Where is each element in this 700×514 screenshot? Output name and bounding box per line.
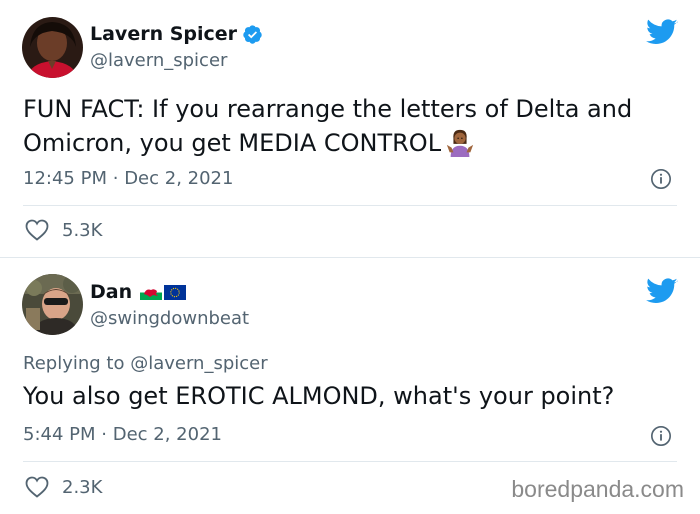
tweet-time: 12:45 PM (23, 168, 107, 189)
replying-to: Replying to @lavern_spicer (23, 353, 268, 375)
like-button[interactable]: 5.3K (25, 219, 102, 241)
tweet-date: Dec 2, 2021 (124, 168, 234, 189)
info-icon[interactable] (650, 425, 672, 447)
tweet-text: You also get EROTIC ALMOND, what's your … (23, 382, 615, 410)
eu-flag-icon (164, 284, 187, 300)
wales-flag-icon (140, 284, 163, 300)
tweet-text-content: FUN FACT: If you rearrange the letters o… (23, 95, 633, 157)
twitter-bird-icon[interactable] (646, 19, 678, 46)
like-button[interactable]: 2.3K (25, 476, 102, 498)
heart-icon (25, 476, 49, 498)
flag-emojis (140, 284, 187, 300)
heart-icon (25, 219, 49, 241)
tweet-card: Lavern Spicer @lavern_spicer FUN FACT: I… (0, 0, 700, 258)
reply-mention-link[interactable]: @lavern_spicer (130, 353, 267, 374)
like-count: 5.3K (62, 219, 103, 241)
reply-prefix: Replying to (23, 353, 125, 374)
tweet-date: Dec 2, 2021 (112, 424, 222, 445)
display-name[interactable]: Dan (90, 280, 132, 304)
tweet-timestamp[interactable]: 5:44 PM · Dec 2, 2021 (23, 424, 222, 446)
meta-separator: · (112, 168, 119, 189)
user-handle[interactable]: @lavern_spicer (90, 50, 227, 72)
info-icon[interactable] (650, 168, 672, 190)
tweet-time: 5:44 PM (23, 424, 96, 445)
tweet-text: FUN FACT: If you rearrange the letters o… (23, 92, 683, 160)
watermark: boredpanda.com (511, 476, 684, 502)
verified-badge-icon (243, 24, 262, 44)
avatar[interactable] (22, 274, 83, 335)
avatar[interactable] (22, 17, 83, 78)
tweet-timestamp[interactable]: 12:45 PM · Dec 2, 2021 (23, 168, 233, 190)
user-handle[interactable]: @swingdownbeat (90, 308, 249, 330)
like-count: 2.3K (62, 476, 103, 498)
twitter-bird-icon[interactable] (646, 278, 678, 305)
divider (23, 461, 677, 462)
meta-separator: · (101, 424, 107, 445)
divider (23, 205, 677, 206)
woman-shrugging-icon (446, 129, 474, 157)
display-name[interactable]: Lavern Spicer (90, 22, 237, 46)
